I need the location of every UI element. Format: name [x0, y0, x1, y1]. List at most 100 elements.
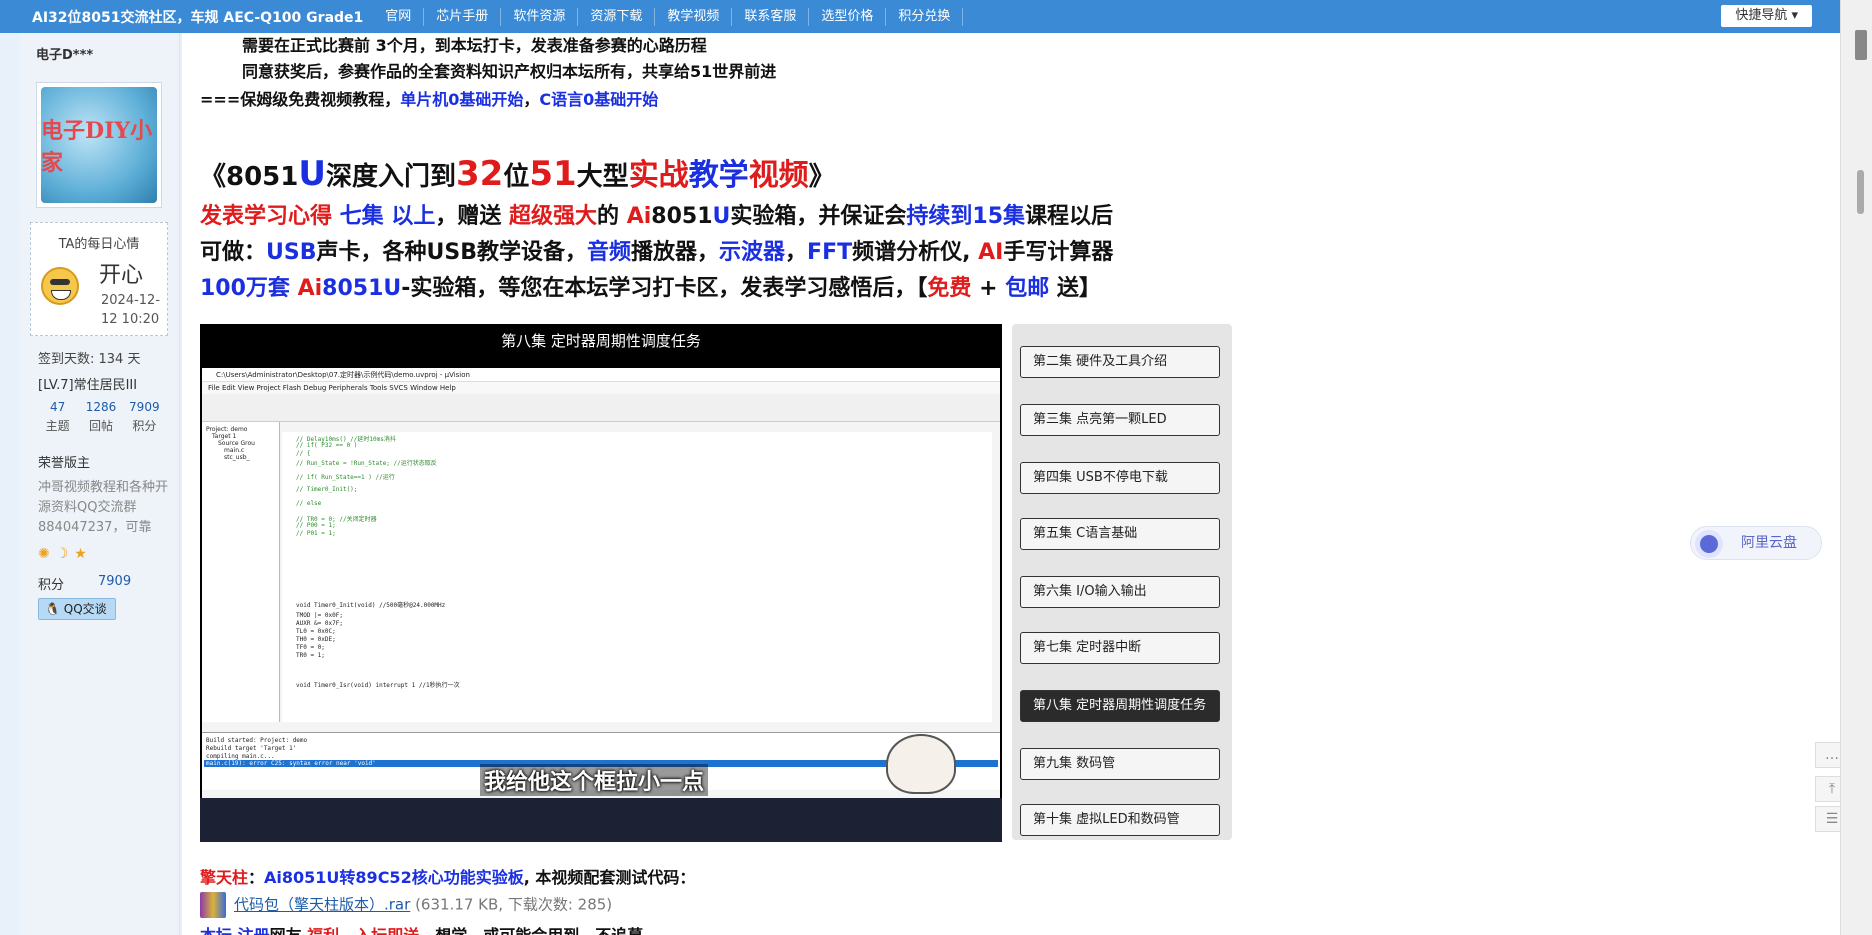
stat-number: 1286 [85, 400, 117, 414]
attachment-text: ： [248, 868, 265, 887]
code-line: AUXR &= 0x7F; [296, 620, 343, 627]
playlist-item[interactable]: 第九集 数码管 [1020, 748, 1220, 780]
attachment-download-link[interactable]: 代码包（擎天柱版本）.rar [234, 896, 410, 914]
qq-chat-button[interactable]: 🐧 QQ交谈 [38, 598, 116, 620]
top-navigation: AI32位8051交流社区，车规 AEC-Q100 Grade1 官网 芯片手册… [0, 0, 1840, 33]
post-title: 《8051U深度入门到32位51大型实战教学视频》 [200, 150, 835, 194]
promo-text: 发表学习心得 [200, 204, 333, 229]
attachment-text: , 本视频配套测试代码： [523, 868, 696, 887]
stat-points[interactable]: 7909 积分 [123, 400, 166, 434]
caret-down-icon: ▾ [1791, 8, 1798, 23]
playlist-item[interactable]: 第六集 I/O输入输出 [1020, 576, 1220, 608]
promo-text: 免费 [927, 276, 972, 301]
attachment-file: 代码包（擎天柱版本）.rar (631.17 KB, 下载次数: 285) [200, 892, 612, 918]
playlist-item[interactable]: 第四集 USB不停电下载 [1020, 462, 1220, 494]
playlist-item[interactable]: 第二集 硬件及工具介绍 [1020, 346, 1220, 378]
cloud-label: 阿里云盘 [1741, 535, 1797, 551]
code-line: // P01 = 1; [296, 530, 336, 537]
stat-replies[interactable]: 1286 回帖 [79, 400, 122, 434]
scrollbar-thumb[interactable] [1857, 170, 1864, 214]
attachment-text: 擎天柱 [200, 868, 249, 887]
nav-item-price[interactable]: 选型价格 [809, 7, 887, 26]
points-value[interactable]: 7909 [98, 574, 131, 589]
playlist-item[interactable]: 第七集 定时器中断 [1020, 632, 1220, 664]
footer-note: 本坛 注册网友 福利，入坛即送，想学，或可能会用到，不追募 [200, 922, 643, 935]
quick-nav-button[interactable]: 快捷导航 ▾ [1721, 5, 1812, 27]
video-subtitle: 我给他这个框拉小一点 [480, 764, 709, 796]
nav-item-manual[interactable]: 芯片手册 [424, 7, 502, 26]
title-part: 《8051 [200, 162, 299, 192]
page-scrollbar[interactable] [1840, 0, 1872, 935]
stat-number: 47 [50, 400, 66, 414]
output-line: Build started: Project: demo [206, 737, 308, 744]
promo-line-2: 可做：USB声卡，各种USB教学设备，音频播放器，示波器，FFT频谱分析仪, A… [200, 234, 1113, 266]
mcu-tutorial-link[interactable]: 单片机0基础开始 [400, 90, 523, 109]
nav-item-official[interactable]: 官网 [373, 7, 425, 26]
code-line: TL0 = 0x0C; [296, 628, 336, 635]
nav-item-software[interactable]: 软件资源 [501, 7, 579, 26]
moon-medal-icon: ☽ [55, 546, 69, 562]
stat-topics[interactable]: 47 主题 [36, 400, 79, 434]
aliyun-drive-button[interactable]: 阿里云盘 [1690, 526, 1822, 560]
code-line: TF0 = 0; [296, 644, 325, 651]
tutorial-line: ===保姆级免费视频教程，单片机0基础开始，C语言0基础开始 [200, 86, 658, 110]
user-level[interactable]: [LV.7]常住居民III [38, 374, 137, 393]
footer-text: 福利， [307, 926, 355, 935]
nav-item-download[interactable]: 资源下载 [578, 7, 656, 26]
title-part: 大型 [576, 162, 629, 192]
video-player[interactable]: 第八集 定时器周期性调度任务 C:\Users\Administrator\De… [200, 324, 1002, 842]
nav-item-contact[interactable]: 联系客服 [732, 7, 810, 26]
promo-text: 送】 [1049, 276, 1101, 301]
username[interactable]: 电子D*** [36, 44, 93, 63]
promo-text: 七集 以上 [332, 204, 436, 229]
title-part: 32 [456, 154, 504, 194]
points-label: 积分 [38, 578, 65, 593]
promo-text: ， [785, 240, 808, 265]
promo-text: FFT [807, 240, 853, 265]
promo-text: 课程以后 [1025, 204, 1114, 229]
code-line: void Timer0_Isr(void) interrupt 1 //1秒执行… [296, 682, 460, 689]
c-tutorial-link[interactable]: C语言0基础开始 [539, 90, 658, 109]
promo-text: 可做： [200, 240, 267, 265]
promo-text: Ai [289, 276, 323, 301]
title-part: 实战 [628, 158, 689, 193]
promo-text: 8051U [322, 276, 402, 301]
promo-text: -实验箱，等您在本坛学习打卡区，发表学习感悟后，【 [401, 276, 928, 301]
output-line: main.c(19): error C25: syntax error near… [206, 760, 376, 767]
playlist-item[interactable]: 第五集 C语言基础 [1020, 518, 1220, 550]
footer-text: 入坛即送 [355, 926, 419, 935]
promo-text: 8051 [651, 204, 713, 229]
promo-text: 声卡，各种USB教学设备， [316, 240, 587, 265]
episode-playlist: 第二集 硬件及工具介绍 第三集 点亮第一颗LED 第四集 USB不停电下载 第五… [1012, 324, 1232, 840]
code-line: // Timer0_Init(); [296, 486, 358, 493]
nav-item-video[interactable]: 教学视频 [655, 7, 733, 26]
ide-project-tree: Project: demo Target 1 Source Grou main.… [202, 422, 280, 722]
mood-date: 2024-12-12 10:20 [101, 293, 161, 327]
code-line: // if( Run_State==1 ) //运行 [296, 474, 395, 481]
playlist-item-active[interactable]: 第八集 定时器周期性调度任务 [1020, 690, 1220, 722]
tutorial-prefix: ===保姆级免费视频教程， [200, 90, 401, 109]
attachment-text: Ai8051U转89C52核心功能实验板 [264, 868, 524, 887]
happy-face-icon [41, 267, 79, 305]
title-part: 教学 [688, 158, 749, 193]
user-description: 冲哥视频教程和各种开源资料QQ交流群884047237，可靠 [38, 480, 169, 535]
playlist-item[interactable]: 第十集 虚拟LED和数码管 [1020, 804, 1220, 836]
promo-text: U [712, 204, 731, 229]
stat-label: 主题 [45, 419, 70, 433]
site-brand[interactable]: AI32位8051交流社区，车规 AEC-Q100 Grade1 [0, 7, 373, 27]
code-line: void Timer0_Init(void) //500毫秒@24.000MHz [296, 602, 446, 609]
register-link[interactable]: 注册 [238, 926, 270, 935]
avatar[interactable]: 电子DIY小家 [36, 82, 162, 208]
ide-code-editor: // Delay10ms() //延时10ms消抖 // if( P32 == … [282, 432, 992, 722]
tree-item: main.c [224, 447, 245, 454]
promo-text: 实验箱，并保证会 [730, 204, 907, 229]
cloud-drive-icon [1695, 530, 1723, 558]
tree-item: Source Grou [218, 440, 255, 447]
avatar-image: 电子DIY小家 [41, 87, 157, 203]
ide-window-title: C:\Users\Administrator\Desktop\07.定时器\示例… [202, 368, 1000, 382]
promo-text: 超级强大 [509, 204, 598, 229]
nav-item-points[interactable]: 积分兑换 [886, 7, 964, 26]
scrollbar-top-thumb[interactable] [1855, 30, 1867, 60]
playlist-item[interactable]: 第三集 点亮第一颗LED [1020, 404, 1220, 436]
title-part: 视频 [748, 158, 809, 193]
